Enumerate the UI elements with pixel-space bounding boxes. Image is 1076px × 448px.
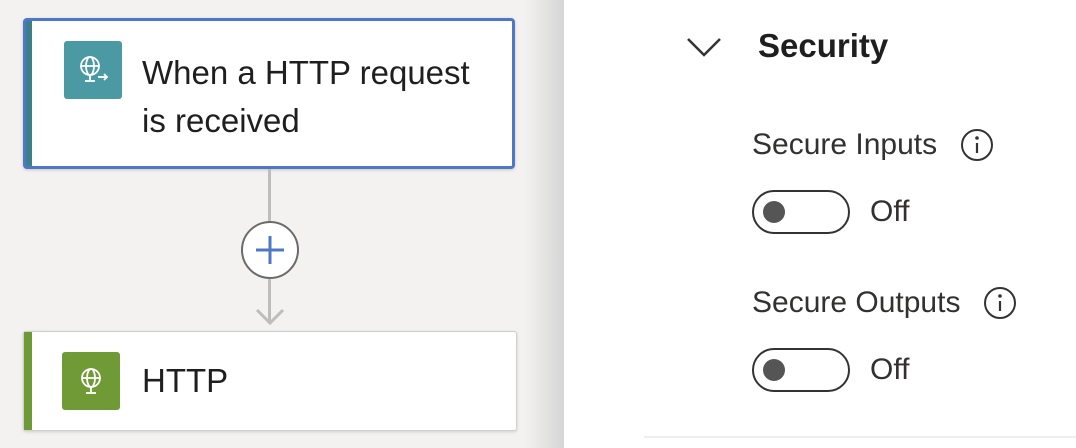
secure-outputs-state: Off [870,353,910,386]
trigger-card-accent [26,21,32,166]
designer-canvas: When a HTTP request is received HTTP [0,0,564,448]
plus-icon [256,236,284,264]
secure-inputs-toggle[interactable] [752,190,850,234]
security-section-title: Security [758,27,889,64]
secure-inputs-label-row: Secure Inputs [752,127,995,163]
trigger-title: When a HTTP request is received [142,54,470,139]
arrow-down-icon [255,308,285,326]
secure-outputs-toggle-row: Off [752,348,909,392]
http-action-card[interactable]: HTTP [23,331,517,431]
workflow-designer: When a HTTP request is received HTTP Sec… [0,0,1076,448]
secure-inputs-label: Secure Inputs [752,128,938,161]
http-request-trigger-icon [64,41,122,99]
toggle-knob [763,359,785,381]
secure-inputs-state: Off [870,195,910,228]
settings-panel: Security Secure Inputs Off Secure Output… [564,0,1076,448]
chevron-down-icon [687,38,721,57]
section-divider [644,436,1076,438]
info-icon[interactable] [982,285,1018,321]
trigger-card[interactable]: When a HTTP request is received [23,18,515,169]
add-step-button[interactable] [241,221,299,279]
info-icon[interactable] [959,127,995,163]
connector-line [268,169,271,223]
secure-outputs-toggle[interactable] [752,348,850,392]
secure-inputs-toggle-row: Off [752,190,909,234]
http-action-title: HTTP [142,362,229,399]
secure-outputs-label: Secure Outputs [752,286,961,319]
security-section-header[interactable]: Security [684,18,888,74]
http-card-accent [24,332,32,430]
canvas-edge-shadow [524,0,564,448]
globe-icon [62,352,120,410]
toggle-knob [763,201,785,223]
secure-outputs-label-row: Secure Outputs [752,285,1018,321]
